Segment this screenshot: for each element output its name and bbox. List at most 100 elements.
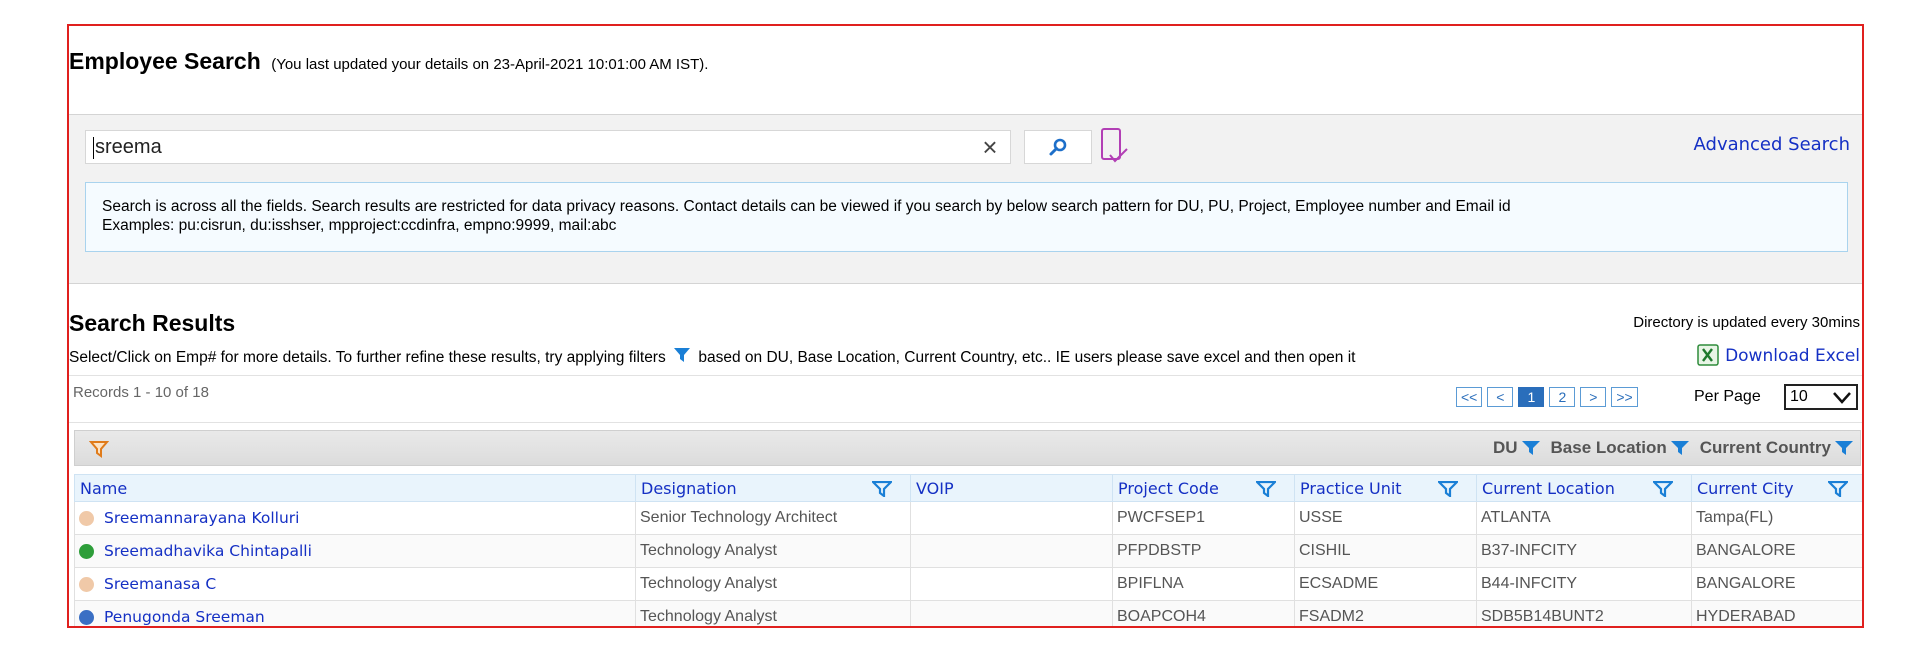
name-cell: Penugonda Sreeman	[74, 600, 636, 626]
page-title: Employee Search	[69, 48, 261, 74]
filter-icon[interactable]	[872, 481, 892, 497]
project-code-cell: PFPDBSTP	[1112, 534, 1295, 568]
name-cell: Sreemannarayana Kolluri	[74, 501, 636, 535]
search-examples-line: Examples: pu:cisrun, du:isshser, mpproje…	[102, 217, 617, 234]
chevron-down-icon	[1833, 392, 1851, 404]
voip-cell	[910, 600, 1113, 626]
page-1-button[interactable]: 1	[1518, 387, 1545, 407]
search-panel: sreema × Advanced Search Search is acros…	[69, 114, 1862, 284]
employee-name-link[interactable]: Sreemadhavika Chintapalli	[104, 542, 312, 560]
current-location-cell: B37-INFCITY	[1476, 534, 1692, 568]
facet-base-location[interactable]: Base Location	[1551, 438, 1690, 458]
search-info-line: Search is across all the fields. Search …	[102, 198, 1511, 215]
facet-base-location-label: Base Location	[1550, 438, 1667, 457]
divider	[69, 375, 1862, 376]
selection-toggle-button[interactable]	[1098, 127, 1130, 167]
column-header-name[interactable]: Name	[74, 474, 636, 502]
table-row[interactable]: Sreemadhavika Chintapalli Technology Ana…	[74, 534, 1862, 568]
directory-update-note: Directory is updated every 30mins	[1633, 314, 1860, 331]
employee-name-link[interactable]: Sreemannarayana Kolluri	[104, 509, 299, 527]
voip-cell	[910, 534, 1113, 568]
designation-cell: Technology Analyst	[635, 600, 911, 626]
employee-search-panel: Employee Search (You last updated your d…	[67, 24, 1864, 628]
download-excel-button[interactable]: Download Excel	[1697, 344, 1860, 366]
column-header-project-code[interactable]: Project Code	[1112, 474, 1295, 502]
current-location-cell: ATLANTA	[1476, 501, 1692, 535]
download-excel-label: Download Excel	[1725, 346, 1860, 366]
practice-unit-cell: ECSADME	[1294, 567, 1477, 601]
device-check-icon	[1101, 128, 1128, 163]
column-header-designation[interactable]: Designation	[635, 474, 911, 502]
project-code-cell: BPIFLNA	[1112, 567, 1295, 601]
search-button[interactable]	[1024, 130, 1092, 164]
table-row[interactable]: Penugonda Sreeman Technology Analyst BOA…	[74, 600, 1862, 626]
column-header-current-city[interactable]: Current City	[1691, 474, 1862, 502]
table-row[interactable]: Sreemanasa C Technology Analyst BPIFLNA …	[74, 567, 1862, 601]
current-location-cell: SDB5B14BUNT2	[1476, 600, 1692, 626]
filter-toggle-icon[interactable]	[89, 439, 109, 459]
search-info-box: Search is across all the fields. Search …	[85, 182, 1848, 252]
divider	[69, 422, 1862, 423]
filter-bar: DU Base Location Current Country	[74, 430, 1861, 466]
current-city-cell: BANGALORE	[1691, 567, 1862, 601]
filter-icon	[1670, 441, 1689, 455]
results-instructions: Select/Click on Emp# for more details. T…	[69, 346, 1355, 367]
project-code-cell: PWCFSEP1	[1112, 501, 1295, 535]
facet-du-label: DU	[1492, 438, 1518, 457]
filter-icon	[674, 348, 691, 362]
text-cursor	[93, 136, 94, 159]
search-input-value: sreema	[95, 136, 162, 158]
last-page-button[interactable]: >>	[1611, 387, 1638, 407]
next-page-button[interactable]: >	[1580, 387, 1607, 407]
filter-icon	[1521, 441, 1540, 455]
pagination: << < 1 2 > >>	[1456, 387, 1638, 407]
designation-cell: Senior Technology Architect	[635, 501, 911, 535]
advanced-search-link[interactable]: Advanced Search	[1694, 134, 1850, 155]
name-cell: Sreemadhavika Chintapalli	[74, 534, 636, 568]
filter-icon[interactable]	[1653, 481, 1673, 497]
prev-page-button[interactable]: <	[1487, 387, 1514, 407]
results-table: Name Designation VOIP Project Code Pract…	[74, 474, 1862, 626]
status-dot-icon	[79, 510, 94, 526]
search-input[interactable]: sreema	[85, 130, 1011, 164]
clear-search-icon[interactable]: ×	[972, 131, 1008, 163]
page-2-button[interactable]: 2	[1549, 387, 1576, 407]
current-city-cell: Tampa(FL)	[1691, 501, 1862, 535]
last-updated-note: (You last updated your details on 23-Apr…	[271, 56, 709, 73]
employee-name-link[interactable]: Penugonda Sreeman	[104, 608, 265, 626]
per-page-select[interactable]: 10	[1784, 384, 1858, 410]
records-count: Records 1 - 10 of 18	[73, 384, 209, 401]
status-dot-icon	[79, 576, 94, 592]
practice-unit-cell: USSE	[1294, 501, 1477, 535]
filter-icon[interactable]	[1828, 481, 1848, 497]
current-location-cell: B44-INFCITY	[1476, 567, 1692, 601]
filter-icon[interactable]	[1256, 481, 1276, 497]
current-city-cell: BANGALORE	[1691, 534, 1862, 568]
practice-unit-cell: CISHIL	[1294, 534, 1477, 568]
project-code-cell: BOAPCOH4	[1112, 600, 1295, 626]
instruction-text-after: based on DU, Base Location, Current Coun…	[698, 349, 1356, 366]
filter-icon	[1835, 441, 1853, 455]
facet-filters: DU Base Location Current Country	[1493, 438, 1854, 458]
table-row[interactable]: Sreemannarayana Kolluri Senior Technolog…	[74, 501, 1862, 535]
column-header-current-location[interactable]: Current Location	[1476, 474, 1692, 502]
column-header-practice-unit[interactable]: Practice Unit	[1294, 474, 1477, 502]
designation-cell: Technology Analyst	[635, 534, 911, 568]
first-page-button[interactable]: <<	[1456, 387, 1483, 407]
status-dot-icon	[79, 543, 94, 559]
instruction-text-before: Select/Click on Emp# for more details. T…	[69, 349, 666, 366]
table-header-row: Name Designation VOIP Project Code Pract…	[74, 474, 1862, 502]
per-page-value: 10	[1790, 388, 1808, 405]
voip-cell	[910, 501, 1113, 535]
search-icon	[1049, 138, 1067, 156]
facet-current-country[interactable]: Current Country	[1700, 438, 1854, 458]
designation-cell: Technology Analyst	[635, 567, 911, 601]
filter-icon[interactable]	[1438, 481, 1458, 497]
per-page-label: Per Page	[1694, 388, 1761, 405]
status-dot-icon	[79, 609, 94, 625]
employee-name-link[interactable]: Sreemanasa C	[104, 575, 216, 593]
voip-cell	[910, 567, 1113, 601]
facet-du[interactable]: DU	[1493, 438, 1541, 458]
practice-unit-cell: FSADM2	[1294, 600, 1477, 626]
column-header-voip[interactable]: VOIP	[910, 474, 1113, 502]
